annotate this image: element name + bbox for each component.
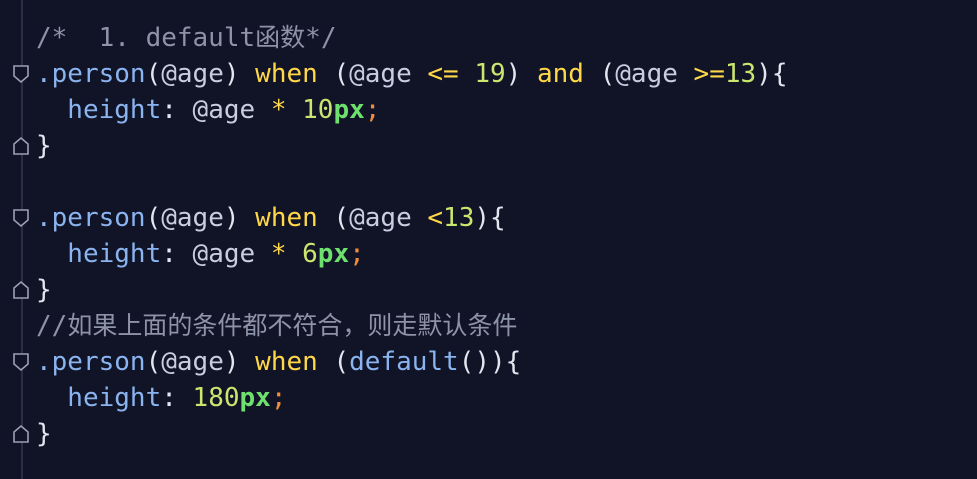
code-token: px <box>317 239 350 269</box>
code-token: and <box>536 59 584 89</box>
code-text: height: @age * 10px; <box>36 92 380 128</box>
code-token: : <box>161 95 193 125</box>
code-token: ( <box>583 59 616 89</box>
code-token: // <box>36 311 68 341</box>
code-token: height <box>36 239 162 269</box>
code-text: } <box>36 272 52 308</box>
code-token: 10 <box>286 95 334 125</box>
code-token: 13 <box>443 203 475 233</box>
code-token: /* 1. default <box>36 23 256 53</box>
code-token: ; <box>364 95 381 125</box>
fold-close-icon[interactable] <box>12 136 30 156</box>
code-token: ( <box>317 203 350 233</box>
code-token: ()){ <box>458 347 522 377</box>
code-token: ( <box>145 59 162 89</box>
code-token: >= <box>693 59 725 89</box>
code-token: 6 <box>286 239 318 269</box>
code-token: } <box>36 419 52 449</box>
code-token: ; <box>270 383 287 413</box>
code-token: @age <box>192 239 271 269</box>
code-token: ( <box>145 347 162 377</box>
fold-open-icon[interactable] <box>12 208 30 228</box>
code-token: ) <box>505 59 537 89</box>
code-token: height <box>36 95 162 125</box>
code-token: <= <box>427 59 459 89</box>
code-token: @age <box>349 59 428 89</box>
code-text: .person(@age) when (default()){ <box>36 344 521 380</box>
code-text: //如果上面的条件都不符合，则走默认条件 <box>36 308 517 344</box>
code-token: .person <box>36 347 146 377</box>
code-token: @age <box>161 347 224 377</box>
fold-close-icon[interactable] <box>12 424 30 444</box>
code-token: @age <box>161 59 224 89</box>
code-editor[interactable]: /* 1. default函数*/.person(@age) when (@ag… <box>0 0 977 479</box>
code-token: when <box>255 59 318 89</box>
code-token: @age <box>615 59 694 89</box>
code-token: ){ <box>474 203 506 233</box>
code-token: @age <box>192 95 271 125</box>
fold-close-icon[interactable] <box>12 280 30 300</box>
code-token: * <box>270 95 287 125</box>
code-token: } <box>36 275 52 305</box>
code-text: } <box>36 416 52 452</box>
code-token: when <box>255 347 318 377</box>
code-text: .person(@age) when (@age <= 19) and (@ag… <box>36 56 787 92</box>
code-token: 19 <box>458 59 506 89</box>
code-token: px <box>239 383 271 413</box>
code-token: ){ <box>756 59 788 89</box>
code-token: @age <box>349 203 428 233</box>
code-token: 180 <box>192 383 240 413</box>
code-token: } <box>36 131 52 161</box>
code-token: < <box>427 203 444 233</box>
code-text: .person(@age) when (@age <13){ <box>36 200 506 236</box>
code-token: : <box>161 239 193 269</box>
code-token: ) <box>223 347 256 377</box>
code-token: ( <box>317 59 350 89</box>
fold-open-icon[interactable] <box>12 64 30 84</box>
code-token: px <box>333 95 365 125</box>
code-token: .person <box>36 203 146 233</box>
code-token: @age <box>161 203 224 233</box>
fold-open-icon[interactable] <box>12 352 30 372</box>
code-token: 如果上面的条件都不符合，则走默认条件 <box>67 311 518 340</box>
code-token: ( <box>145 203 162 233</box>
code-token: ( <box>317 347 350 377</box>
code-text: } <box>36 128 52 164</box>
code-token: ) <box>223 203 256 233</box>
code-token: height <box>36 383 162 413</box>
code-text: height: @age * 6px; <box>36 236 365 272</box>
code-text: /* 1. default函数*/ <box>36 20 336 56</box>
code-token: : <box>161 383 193 413</box>
code-token: 函数 <box>255 23 306 52</box>
code-token: default <box>349 347 459 377</box>
code-token: .person <box>36 59 146 89</box>
code-token: 13 <box>724 59 757 89</box>
code-token: */ <box>305 23 337 53</box>
code-token: when <box>255 203 318 233</box>
code-token: ; <box>349 239 365 269</box>
code-text: height: 180px; <box>36 380 286 416</box>
code-token: * <box>270 239 287 269</box>
code-token: ) <box>223 59 256 89</box>
